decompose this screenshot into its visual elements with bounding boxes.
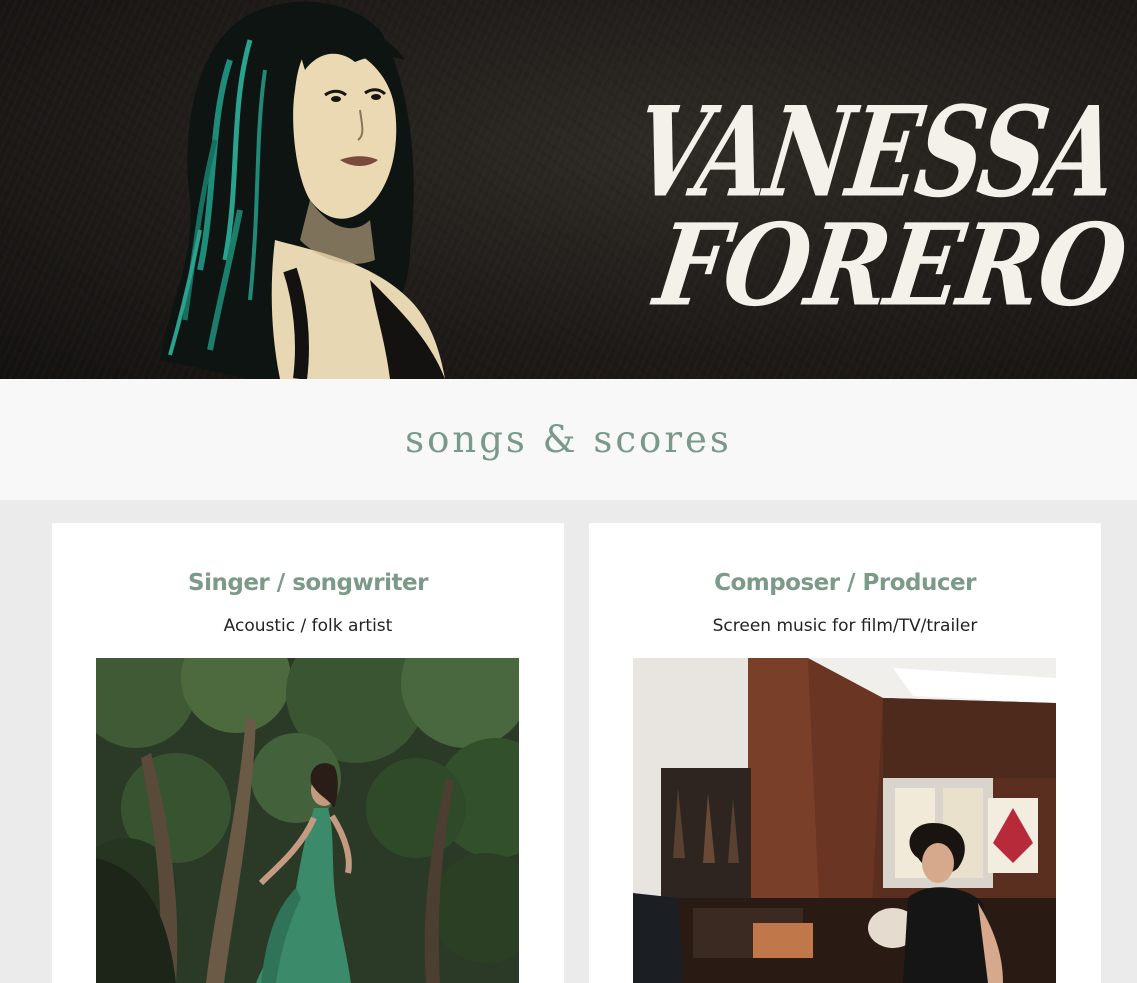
card-subtitle: Screen music for film/TV/trailer — [712, 616, 978, 636]
card-singer-songwriter[interactable]: Singer / songwriter Acoustic / folk arti… — [52, 523, 564, 983]
logo-line-first-name: VANESSA — [626, 79, 1125, 225]
artist-portrait-illustration — [160, 1, 445, 379]
hero-banner: VANESSA FORERO — [0, 0, 1137, 379]
card-heading[interactable]: Composer / Producer — [589, 570, 1101, 596]
singer-forest-photo[interactable] — [96, 658, 519, 983]
section-title: songs & scores — [405, 418, 732, 461]
card-subtitle: Acoustic / folk artist — [223, 616, 393, 636]
card-composer-producer[interactable]: Composer / Producer Screen music for fil… — [589, 523, 1101, 983]
artist-logo[interactable]: VANESSA FORERO — [626, 79, 1132, 332]
studio-photo[interactable] — [633, 658, 1056, 983]
card-heading[interactable]: Singer / songwriter — [52, 570, 564, 596]
logo-line-last-name: FORERO — [647, 199, 1133, 332]
